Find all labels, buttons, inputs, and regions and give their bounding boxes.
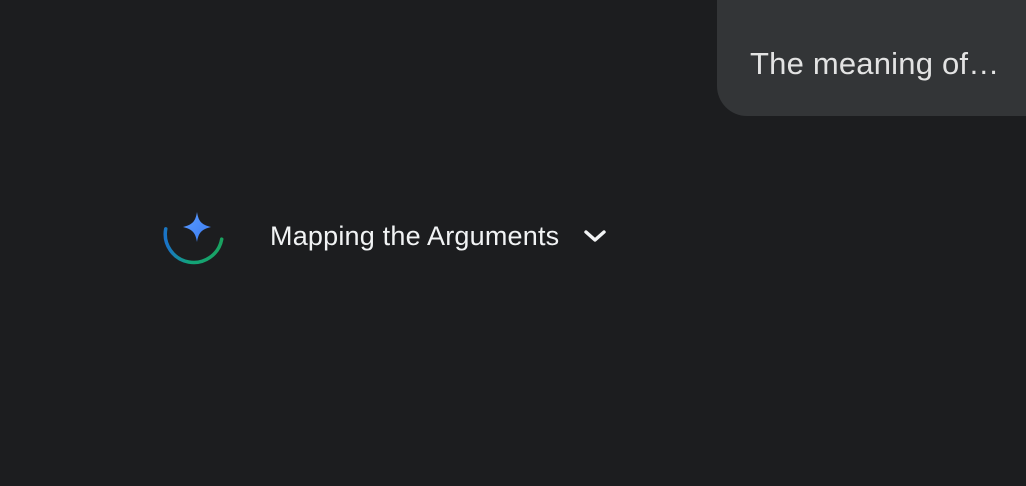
user-message-text: The meaning of…	[750, 46, 1000, 81]
gemini-spark-icon	[160, 206, 224, 266]
user-message-bubble: The meaning of…	[717, 0, 1026, 116]
thinking-title: Mapping the Arguments	[270, 221, 560, 251]
thinking-toggle-button[interactable]: Mapping the Arguments	[270, 218, 609, 254]
chevron-down-icon[interactable]	[581, 222, 609, 250]
chat-page: The meaning of… Mapping the Arguments	[0, 0, 1026, 486]
thinking-row: Mapping the Arguments	[160, 206, 609, 266]
